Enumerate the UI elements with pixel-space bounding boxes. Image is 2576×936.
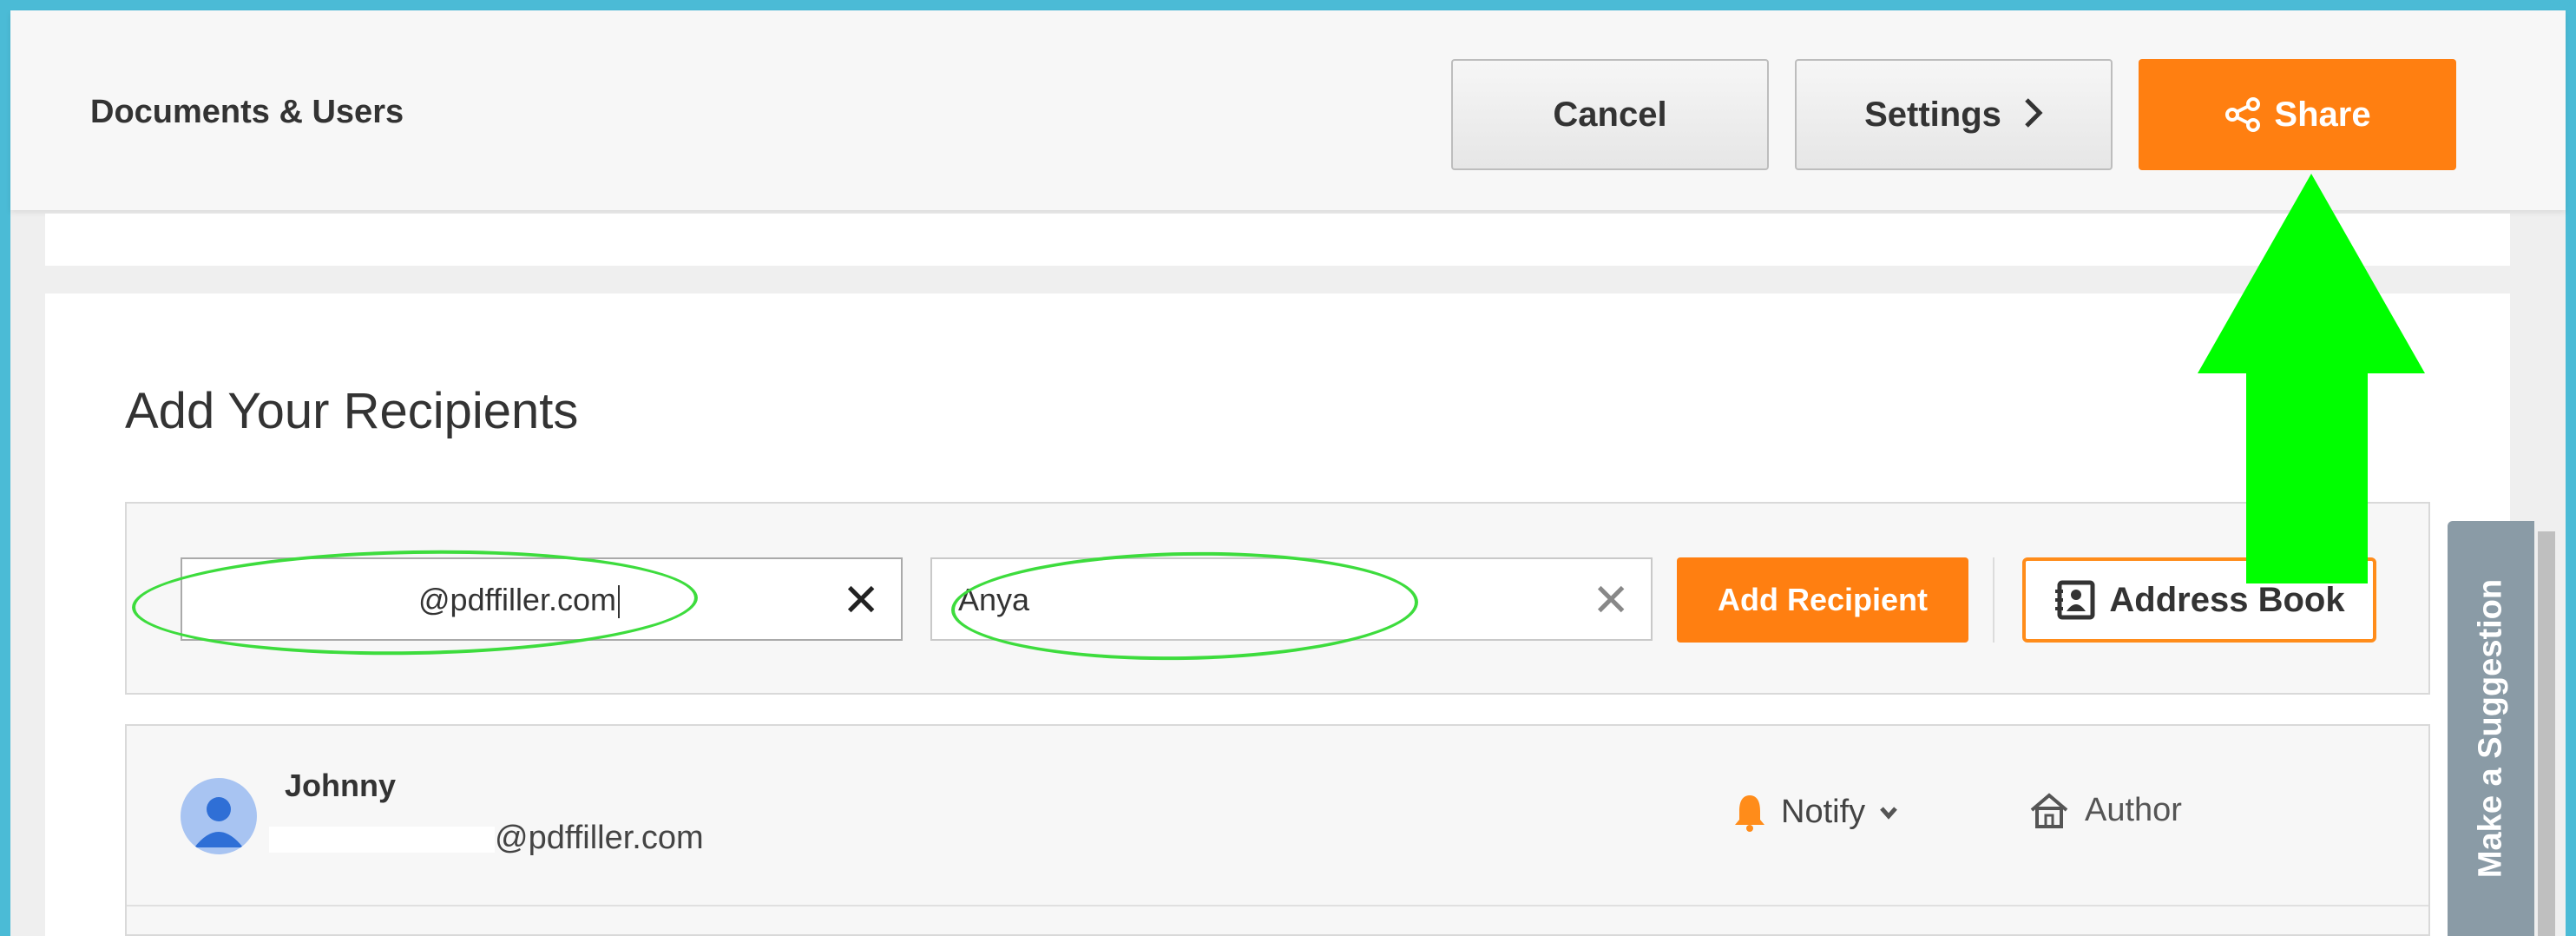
- recipient-email-domain: @pdffiller.com: [495, 820, 704, 856]
- email-field-value: @pdffiller.com: [418, 582, 620, 618]
- notify-label: Notify: [1781, 793, 1866, 830]
- share-button[interactable]: Share: [2139, 59, 2456, 170]
- make-suggestion-label: Make a Suggestion: [2472, 578, 2509, 879]
- role-label: Author: [2085, 792, 2182, 828]
- make-suggestion-tab[interactable]: Make a Suggestion: [2448, 521, 2534, 936]
- bell-icon: [1735, 795, 1764, 832]
- share-icon: [2225, 97, 2261, 132]
- clear-name-icon[interactable]: ✕: [1592, 575, 1630, 627]
- cancel-button[interactable]: Cancel: [1451, 59, 1769, 170]
- notify-dropdown[interactable]: Notify: [1732, 792, 1912, 832]
- address-book-icon: [2055, 580, 2095, 620]
- add-recipient-button[interactable]: Add Recipient: [1677, 557, 1968, 643]
- share-button-label: Share: [2274, 95, 2371, 134]
- user-avatar-icon: [181, 778, 257, 854]
- cancel-button-label: Cancel: [1553, 95, 1667, 134]
- email-field[interactable]: @pdffiller.com ✕: [181, 557, 903, 641]
- name-field-value: Anya: [958, 582, 1030, 617]
- document-strip: [45, 214, 2510, 266]
- chevron-down-icon: [1879, 799, 1912, 826]
- settings-button-label: Settings: [1864, 95, 2001, 134]
- row-divider: [127, 905, 2428, 906]
- scrollbar[interactable]: [2538, 531, 2555, 936]
- divider: [1993, 557, 1994, 643]
- home-icon: [2030, 792, 2068, 828]
- chevron-right-icon: [2024, 91, 2043, 138]
- page-title: Documents & Users: [90, 94, 404, 130]
- recipient-email: @pdffiller.com: [269, 820, 704, 857]
- recipient-name: Johnny: [285, 768, 397, 803]
- role-author[interactable]: Author: [2029, 792, 2182, 829]
- add-recipient-label: Add Recipient: [1717, 582, 1928, 617]
- clear-email-icon[interactable]: ✕: [842, 575, 880, 627]
- settings-button[interactable]: Settings: [1795, 59, 2113, 170]
- name-field[interactable]: Anya ✕: [930, 557, 1653, 641]
- redaction: [269, 826, 495, 853]
- arrow-up-icon: [2198, 174, 2425, 583]
- recipients-heading: Add Your Recipients: [125, 383, 579, 439]
